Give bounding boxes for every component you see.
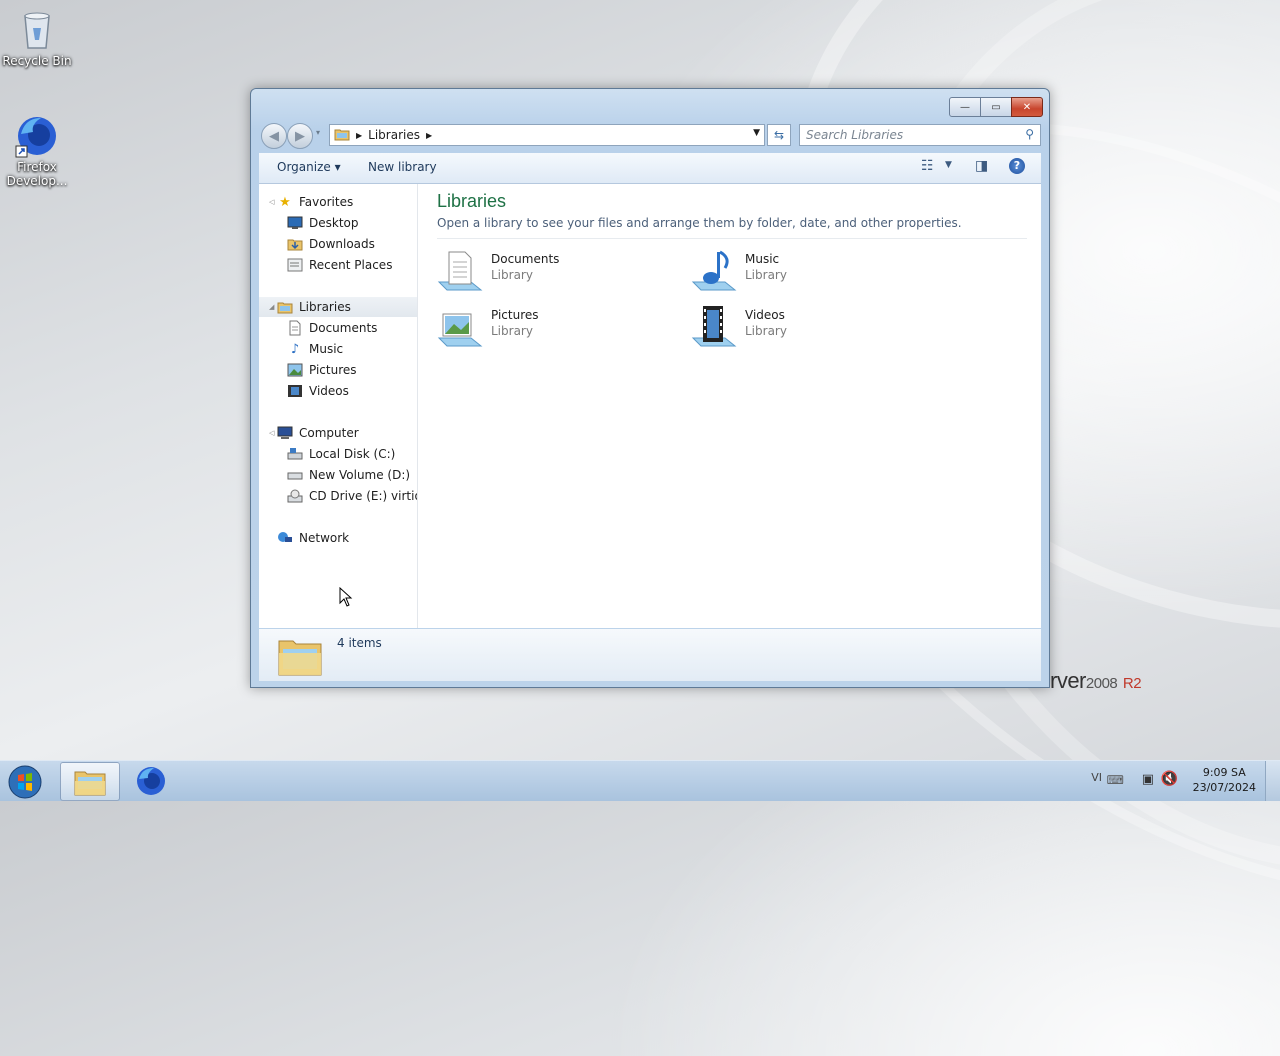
minimize-button[interactable]: — bbox=[949, 97, 981, 117]
system-clock[interactable]: 9:09 SA 23/07/2024 bbox=[1193, 765, 1256, 795]
nav-libraries[interactable]: ◢ Libraries bbox=[259, 297, 417, 317]
close-button[interactable]: ✕ bbox=[1011, 97, 1043, 117]
nav-recent-places[interactable]: Recent Places bbox=[287, 255, 392, 275]
address-dropdown-icon[interactable]: ▼ bbox=[753, 128, 760, 138]
nav-desktop[interactable]: Desktop bbox=[287, 213, 359, 233]
view-options-dropdown-icon[interactable]: ▼ bbox=[945, 160, 952, 170]
navigation-bar: ◀ ▶ ▾ ▶ Libraries ▶ ▼ ⇆ Search Libraries… bbox=[259, 123, 1041, 149]
nav-local-disk-c[interactable]: Local Disk (C:) bbox=[287, 444, 395, 464]
music-library-icon bbox=[691, 248, 737, 294]
nav-cd-drive-e[interactable]: CD Drive (E:) virtio-v bbox=[287, 486, 417, 506]
help-button[interactable]: ? bbox=[1009, 158, 1025, 174]
caption-buttons: — ▭ ✕ bbox=[949, 97, 1043, 117]
firefox-developer-icon bbox=[137, 766, 165, 795]
recent-places-icon bbox=[287, 257, 303, 273]
os-branding: rver2008 R2 bbox=[1050, 668, 1142, 693]
expand-icon[interactable]: ◁ bbox=[269, 198, 274, 206]
nav-favorites[interactable]: ★ Favorites bbox=[277, 192, 353, 212]
preview-pane-icon[interactable]: ◨ bbox=[975, 158, 988, 174]
library-tile-pictures[interactable]: Pictures Library bbox=[437, 302, 677, 352]
organize-button[interactable]: Organize ▾ bbox=[277, 160, 341, 174]
back-button[interactable]: ◀ bbox=[261, 123, 287, 149]
nav-library-videos[interactable]: Videos bbox=[287, 381, 349, 401]
music-note-icon: ♪ bbox=[290, 341, 300, 357]
taskbar-firefox-button[interactable] bbox=[122, 762, 180, 799]
forward-button[interactable]: ▶ bbox=[287, 123, 313, 149]
document-icon bbox=[287, 320, 303, 336]
libraries-folder-icon bbox=[334, 127, 350, 144]
search-icon[interactable]: ⚲ bbox=[1025, 127, 1034, 141]
drive-icon bbox=[287, 467, 303, 483]
local-disk-icon bbox=[287, 446, 303, 462]
navigation-pane: ◁ ★ Favorites Desktop Downloads Recent P… bbox=[259, 184, 418, 628]
arrow-left-icon: ◀ bbox=[269, 128, 279, 144]
network-icon bbox=[277, 530, 293, 546]
desktop-icon bbox=[287, 215, 303, 231]
command-bar: Organize ▾ New library ☷ ▼ ◨ ? bbox=[259, 153, 1041, 184]
nav-library-music[interactable]: ♪ Music bbox=[287, 339, 343, 359]
new-library-button[interactable]: New library bbox=[368, 160, 437, 174]
library-view: Libraries Open a library to see your fil… bbox=[419, 184, 1041, 628]
collapse-icon[interactable]: ◢ bbox=[269, 303, 274, 311]
recent-pages-icon[interactable]: ▾ bbox=[316, 128, 320, 137]
downloads-folder-icon bbox=[287, 236, 303, 252]
address-bar[interactable]: ▶ Libraries ▶ ▼ bbox=[329, 124, 765, 146]
library-tile-music[interactable]: Music Library bbox=[691, 246, 931, 296]
documents-library-icon bbox=[437, 248, 483, 294]
item-count: 4 items bbox=[337, 636, 382, 650]
details-pane: 4 items bbox=[259, 629, 1041, 681]
breadcrumb-libraries[interactable]: Libraries bbox=[368, 128, 420, 142]
volume-muted-icon[interactable]: 🔇 bbox=[1161, 771, 1178, 787]
libraries-large-icon bbox=[277, 633, 323, 680]
videos-library-icon bbox=[691, 304, 737, 350]
network-tray-icon[interactable]: ▣ bbox=[1142, 772, 1154, 787]
nav-library-documents[interactable]: Documents bbox=[287, 318, 377, 338]
explorer-folder-icon bbox=[74, 771, 106, 795]
language-indicator[interactable]: VI bbox=[1091, 771, 1102, 784]
cd-drive-icon bbox=[287, 488, 303, 504]
windows-logo-icon bbox=[8, 765, 42, 799]
library-tile-documents[interactable]: Documents Library bbox=[437, 246, 677, 296]
taskbar: VI ⌨ ▣ 🔇 9:09 SA 23/07/2024 bbox=[0, 760, 1280, 801]
pictures-icon bbox=[287, 362, 303, 378]
divider bbox=[437, 238, 1027, 239]
refresh-icon: ⇆ bbox=[773, 128, 785, 142]
computer-icon bbox=[277, 425, 293, 441]
explorer-window: — ▭ ✕ ◀ ▶ ▾ ▶ Libraries ▶ ▼ ⇆ Search Lib… bbox=[250, 88, 1050, 688]
desktop-icon-firefox-developer[interactable]: Firefox Develop... bbox=[0, 114, 74, 188]
taskbar-explorer-button[interactable] bbox=[60, 762, 120, 801]
nav-computer[interactable]: Computer bbox=[277, 423, 359, 443]
breadcrumb-separator-icon: ▶ bbox=[356, 130, 363, 140]
page-subtitle: Open a library to see your files and arr… bbox=[437, 216, 962, 230]
nav-downloads[interactable]: Downloads bbox=[287, 234, 375, 254]
desktop-icon-recycle-bin[interactable]: Recycle Bin bbox=[0, 8, 74, 68]
show-desktop-button[interactable] bbox=[1265, 761, 1280, 801]
library-tile-videos[interactable]: Videos Library bbox=[691, 302, 931, 352]
nav-library-pictures[interactable]: Pictures bbox=[287, 360, 357, 380]
mouse-cursor-icon bbox=[339, 586, 353, 610]
pictures-library-icon bbox=[437, 304, 483, 350]
recycle-bin-icon bbox=[15, 8, 59, 52]
expand-icon[interactable]: ◁ bbox=[269, 429, 274, 437]
change-view-icon[interactable]: ☷ bbox=[921, 158, 934, 174]
videos-icon bbox=[287, 383, 303, 399]
explorer-content: ◁ ★ Favorites Desktop Downloads Recent P… bbox=[259, 184, 1041, 628]
search-input[interactable]: Search Libraries ⚲ bbox=[799, 124, 1041, 146]
start-button[interactable] bbox=[4, 763, 46, 799]
page-title: Libraries bbox=[437, 191, 507, 211]
nav-new-volume-d[interactable]: New Volume (D:) bbox=[287, 465, 410, 485]
nav-network[interactable]: Network bbox=[277, 528, 349, 548]
maximize-button[interactable]: ▭ bbox=[980, 97, 1012, 117]
breadcrumb-expand-icon[interactable]: ▶ bbox=[426, 131, 432, 140]
keyboard-icon[interactable]: ⌨ bbox=[1107, 773, 1124, 787]
refresh-button[interactable]: ⇆ bbox=[767, 124, 791, 146]
arrow-right-icon: ▶ bbox=[295, 128, 305, 144]
firefox-developer-icon bbox=[15, 114, 59, 158]
libraries-icon bbox=[277, 299, 293, 315]
star-icon: ★ bbox=[279, 194, 291, 210]
